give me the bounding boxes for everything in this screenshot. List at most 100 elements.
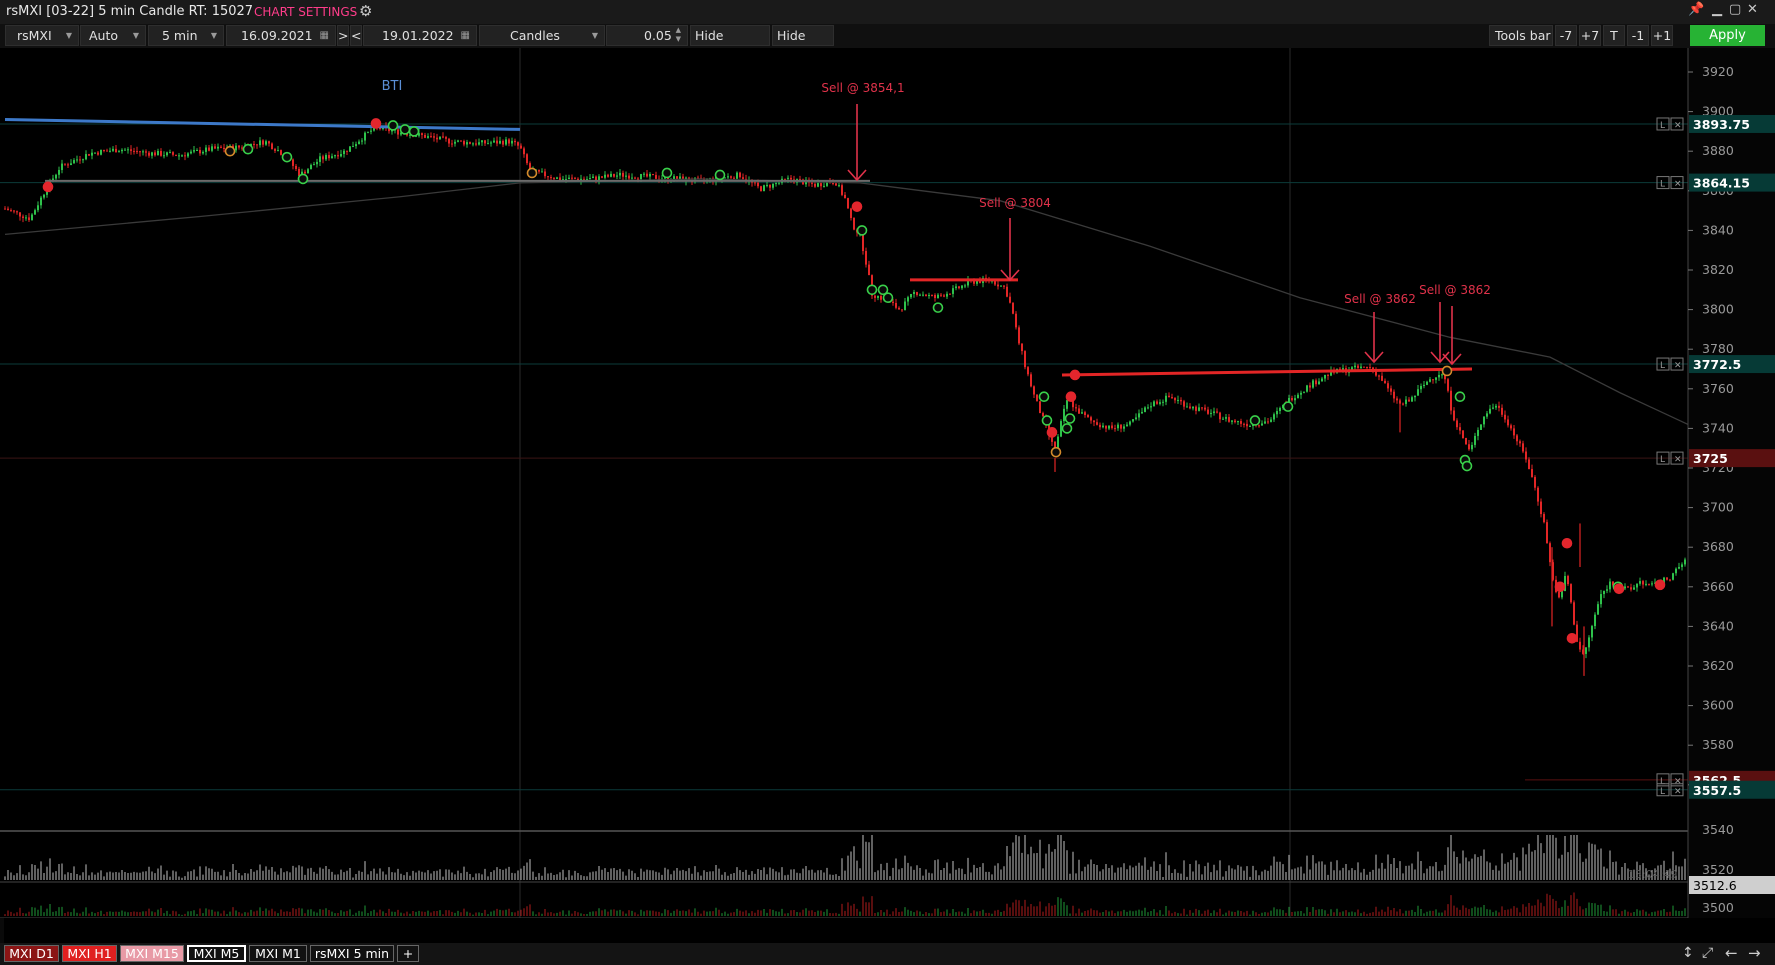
- arrow-right-icon[interactable]: →: [1748, 944, 1761, 962]
- price-tick-label: 3740: [1702, 420, 1734, 435]
- candle-body: [1480, 424, 1482, 430]
- candle-body: [544, 171, 546, 177]
- candle-body: [349, 146, 351, 152]
- candle-body: [1381, 375, 1383, 381]
- signal-marker: [1061, 423, 1073, 434]
- candle-body: [1567, 576, 1569, 585]
- candle-body: [1600, 594, 1602, 605]
- lock-line-icon: L: [1660, 121, 1665, 131]
- signal-marker: [1454, 391, 1466, 403]
- plus1-button[interactable]: +1: [1651, 25, 1673, 46]
- candle-body: [1012, 302, 1014, 314]
- signal-marker: [1050, 446, 1062, 458]
- tools-bar-button[interactable]: Tools bar: [1489, 25, 1553, 46]
- candle-body: [196, 149, 198, 151]
- timeframe-select[interactable]: 5 min ▼: [148, 25, 224, 46]
- tab-mxi-m1[interactable]: MXI M1: [249, 945, 307, 962]
- calendar-icon[interactable]: ▦: [461, 26, 470, 45]
- price-tick-label: 3700: [1702, 500, 1734, 515]
- plus7-button[interactable]: +7: [1579, 25, 1601, 46]
- hide-lines-button[interactable]: Hide lines: [772, 25, 834, 62]
- candle-body: [193, 150, 195, 152]
- candle-body: [790, 177, 792, 180]
- candle-body: [946, 293, 948, 297]
- tab-mxi-d1[interactable]: MXI D1: [4, 945, 59, 962]
- candle-body: [1024, 351, 1026, 368]
- candle-body: [43, 194, 45, 198]
- calendar-icon[interactable]: ▦: [320, 26, 329, 45]
- add-tab-button[interactable]: +: [397, 945, 419, 962]
- candle-body: [214, 146, 216, 149]
- candle-body: [1189, 406, 1191, 409]
- candle-body: [1147, 407, 1149, 409]
- candle-body: [1492, 407, 1494, 409]
- date-to-field[interactable]: 19.01.2022 ▦: [363, 25, 477, 46]
- candle-body: [997, 284, 999, 287]
- candle-body: [304, 171, 306, 174]
- candle-body: [949, 293, 951, 295]
- symbol-select[interactable]: rsMXI ▼: [5, 25, 79, 46]
- resize-icon[interactable]: ↕: [1682, 945, 1694, 961]
- candle-body: [760, 186, 762, 192]
- candle-body: [31, 214, 33, 221]
- candle-body: [1525, 451, 1527, 460]
- candle-body: [1222, 418, 1224, 420]
- maximize-icon[interactable]: ▢: [1729, 2, 1741, 17]
- expand-icon[interactable]: ⤢: [1702, 945, 1713, 961]
- chevron-down-icon: ▼: [591, 31, 598, 40]
- tab-mxi-m5[interactable]: MXI M5: [187, 945, 246, 962]
- candle-body: [1477, 429, 1479, 436]
- close-icon[interactable]: ✕: [1747, 2, 1758, 17]
- gear-icon[interactable]: ⚙: [359, 2, 372, 20]
- apply-button[interactable]: Apply: [1690, 25, 1765, 46]
- candle-body: [601, 176, 603, 178]
- candle-body: [1435, 377, 1437, 380]
- lock-line-icon: L: [1660, 455, 1665, 465]
- candle-body: [1411, 397, 1413, 402]
- candle-body: [598, 176, 600, 181]
- candle-body: [358, 141, 360, 145]
- arrow-left-icon[interactable]: ←: [1725, 944, 1738, 962]
- pin-icon[interactable]: 📌: [1688, 2, 1704, 17]
- t-button[interactable]: T: [1603, 25, 1625, 46]
- candle-body: [1312, 380, 1314, 388]
- chart-type-select[interactable]: Candles ▼: [479, 25, 605, 46]
- candle-body: [136, 151, 138, 153]
- candle-body: [1603, 590, 1605, 595]
- hide-drawing-button[interactable]: Hide drawing: [690, 25, 770, 62]
- candle-body: [1405, 399, 1407, 404]
- scale-mode-select[interactable]: Auto ▼: [80, 25, 146, 46]
- minus1-button[interactable]: -1: [1627, 25, 1649, 46]
- minus7-button[interactable]: -7: [1555, 25, 1577, 46]
- candle-body: [337, 155, 339, 157]
- candle-body: [589, 178, 591, 180]
- candle-body: [460, 140, 462, 142]
- tab-mxi-m15[interactable]: MXI M15: [120, 945, 184, 962]
- candle-body: [331, 156, 333, 159]
- candle-body: [1447, 379, 1449, 391]
- candle-body: [1009, 296, 1011, 303]
- candle-body: [55, 174, 57, 179]
- candle-body: [892, 301, 894, 303]
- candle-body: [187, 153, 189, 157]
- nav-prev-button[interactable]: <: [350, 25, 362, 46]
- tick-size-value: 0.05: [644, 28, 672, 43]
- price-chart[interactable]: 3920390038803860384038203800378037603740…: [0, 48, 1775, 918]
- tick-size-stepper[interactable]: 0.05 ▲ ▼: [606, 25, 688, 46]
- stepper-arrows-icon[interactable]: ▲ ▼: [676, 26, 681, 44]
- date-from-field[interactable]: 16.09.2021 ▦: [226, 25, 336, 46]
- chart-settings-link[interactable]: CHART SETTINGS: [254, 5, 357, 19]
- candle-body: [1108, 425, 1110, 429]
- candle-body: [604, 174, 606, 178]
- candle-body: [202, 151, 204, 154]
- candle-body: [1507, 419, 1509, 426]
- candle-body: [1258, 425, 1260, 427]
- nav-next-button[interactable]: >: [337, 25, 349, 46]
- tab-mxi-h1[interactable]: MXI H1: [62, 945, 117, 962]
- signal-marker: [281, 151, 293, 163]
- tab-rsmxi-5min[interactable]: rsMXI 5 min: [310, 945, 394, 962]
- candle-body: [1684, 559, 1686, 565]
- minimize-icon[interactable]: ▁: [1712, 2, 1722, 17]
- candle-body: [1483, 416, 1485, 425]
- candle-body: [574, 177, 576, 179]
